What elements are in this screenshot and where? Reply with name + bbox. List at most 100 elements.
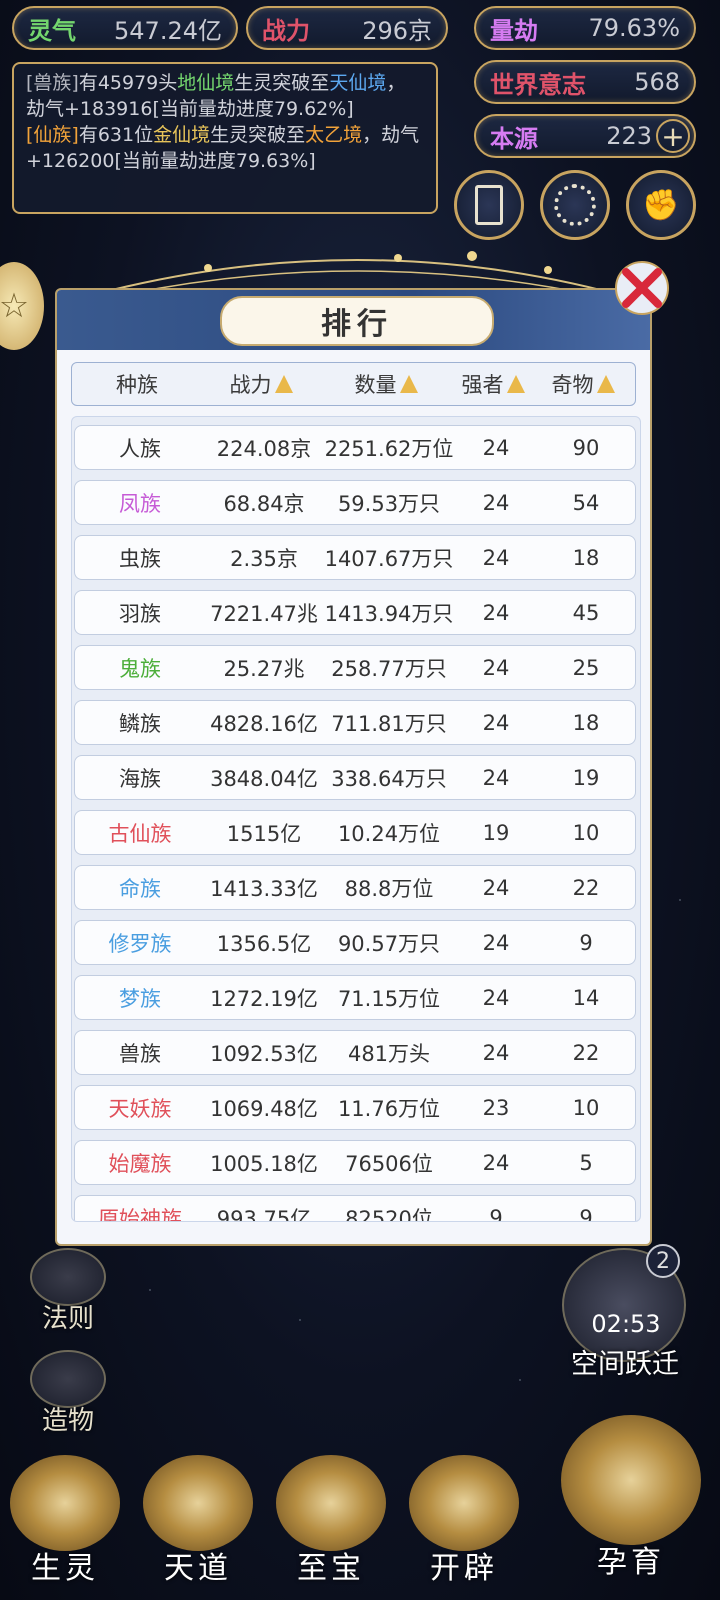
table-row[interactable]: 羽族 7221.47兆 1413.94万只 24 45 [74, 590, 636, 635]
table-row[interactable]: 古仙族 1515亿 10.24万位 19 10 [74, 810, 636, 855]
ranking-modal: 排行 种族 战力 数量 强者 奇物 人族 224.08京 2251.62万位 24 90… [55, 288, 652, 1246]
power-cell: 7221.47兆 [210, 601, 318, 626]
items-cell: 10 [572, 820, 600, 845]
sort-arrow-icon [506, 375, 525, 393]
table-row[interactable]: 梦族 1272.19亿 71.15万位 24 14 [74, 975, 636, 1020]
items-cell: 90 [572, 435, 600, 460]
stat-combat-power: 战力 296京 [246, 6, 448, 50]
space-jump-label: 空间跃迁 [571, 1349, 679, 1380]
race-cell: 梦族 [119, 986, 161, 1011]
table-row[interactable]: 人族 224.08京 2251.62万位 24 90 [74, 425, 636, 470]
modal-header: 排行 [57, 290, 650, 350]
strong-cell: 9 [489, 1205, 503, 1222]
strong-cell: 24 [482, 435, 510, 460]
col-items[interactable]: 奇物 [534, 369, 632, 399]
strong-cell: 19 [482, 820, 510, 845]
nav-treasure[interactable]: 至宝 [271, 1455, 391, 1600]
power-cell: 3848.04亿 [210, 766, 318, 791]
stat-origin[interactable]: 本源 223 + [474, 114, 696, 158]
race-cell: 始魔族 [108, 1151, 172, 1176]
power-cell: 1272.19亿 [210, 986, 318, 1011]
items-cell: 14 [572, 985, 600, 1010]
race-cell: 命族 [119, 876, 161, 901]
fist-button[interactable]: ✊ [626, 170, 696, 240]
nav-nurture[interactable]: 孕育 [556, 1415, 706, 1600]
power-cell: 25.27兆 [223, 656, 305, 681]
strong-cell: 24 [482, 875, 510, 900]
power-cell: 2.35京 [230, 546, 298, 571]
col-race: 种族 [116, 373, 158, 397]
modal-title: 排行 [220, 296, 494, 346]
table-row[interactable]: 天妖族 1069.48亿 11.76万位 23 10 [74, 1085, 636, 1130]
count-cell: 338.64万只 [331, 766, 447, 791]
nav-heavenly-dao[interactable]: 天道 [138, 1455, 258, 1600]
strong-cell: 24 [482, 985, 510, 1010]
col-strong[interactable]: 强者 [452, 369, 534, 399]
power-cell: 1515亿 [226, 821, 302, 846]
card-icon [475, 185, 503, 225]
items-cell: 18 [572, 710, 600, 735]
sort-arrow-icon [399, 375, 418, 393]
race-cell: 兽族 [119, 1041, 161, 1066]
creation-button[interactable]: 造物 [28, 1350, 108, 1437]
fist-icon: ✊ [642, 187, 680, 223]
genesis-icon [409, 1455, 519, 1551]
count-cell: 1413.94万只 [324, 601, 454, 626]
table-row[interactable]: 命族 1413.33亿 88.8万位 24 22 [74, 865, 636, 910]
notification-badge: 2 [646, 1244, 680, 1278]
race-cell: 天妖族 [108, 1096, 172, 1121]
items-cell: 54 [572, 490, 600, 515]
table-row[interactable]: 原始神族 993.75亿 82520位 9 9 [74, 1195, 636, 1222]
count-cell: 481万头 [347, 1041, 431, 1066]
table-row[interactable]: 修罗族 1356.5亿 90.57万只 24 9 [74, 920, 636, 965]
col-count[interactable]: 数量 [320, 369, 452, 399]
strong-cell: 24 [482, 600, 510, 625]
vortex-button[interactable] [540, 170, 610, 240]
power-cell: 1413.33亿 [210, 876, 318, 901]
space-jump-button[interactable]: 2 02:53 空间跃迁 [556, 1244, 696, 1404]
count-cell: 711.81万只 [331, 711, 447, 736]
plus-icon[interactable]: + [656, 119, 690, 153]
table-row[interactable]: 海族 3848.04亿 338.64万只 24 19 [74, 755, 636, 800]
count-cell: 2251.62万位 [324, 436, 454, 461]
stat-world-will[interactable]: 世界意志 568 [474, 60, 696, 104]
nav-living-beings[interactable]: 生灵 [5, 1455, 125, 1600]
race-cell: 羽族 [119, 601, 161, 626]
count-cell: 59.53万只 [337, 491, 441, 516]
law-button[interactable]: 法则 [28, 1248, 108, 1335]
strong-cell: 24 [482, 490, 510, 515]
race-cell: 鳞族 [119, 711, 161, 736]
table-row[interactable]: 鬼族 25.27兆 258.77万只 24 25 [74, 645, 636, 690]
race-cell: 鬼族 [119, 656, 161, 681]
items-cell: 9 [579, 1205, 593, 1222]
strong-cell: 24 [482, 765, 510, 790]
power-cell: 4828.16亿 [210, 711, 318, 736]
count-cell: 82520位 [345, 1206, 433, 1222]
strong-cell: 24 [482, 1150, 510, 1175]
space-jump-timer: 02:53 [591, 1310, 661, 1338]
nav-genesis[interactable]: 开辟 [404, 1455, 524, 1600]
race-cell: 凤族 [119, 491, 161, 516]
log-entry: [兽族]有45979头地仙境生灵突破至天仙境，劫气+183916[当前量劫进度7… [26, 72, 406, 120]
close-icon[interactable] [612, 258, 672, 318]
count-cell: 76506位 [345, 1151, 433, 1176]
items-cell: 25 [572, 655, 600, 680]
card-button[interactable] [454, 170, 524, 240]
sort-arrow-icon [274, 375, 293, 393]
table-row[interactable]: 虫族 2.35京 1407.67万只 24 18 [74, 535, 636, 580]
log-entry: [仙族]有631位金仙境生灵突破至太乙境，劫气+126200[当前量劫进度79.… [26, 124, 420, 172]
table-row[interactable]: 始魔族 1005.18亿 76506位 24 5 [74, 1140, 636, 1185]
strong-cell: 24 [482, 930, 510, 955]
stat-calamity[interactable]: 量劫 79.63% [474, 6, 696, 50]
count-cell: 71.15万位 [337, 986, 441, 1011]
count-cell: 11.76万位 [337, 1096, 441, 1121]
col-power[interactable]: 战力 [202, 369, 320, 399]
strong-cell: 24 [482, 545, 510, 570]
ranking-list[interactable]: 人族 224.08京 2251.62万位 24 90 凤族 68.84京 59.53万只 24 5… [71, 416, 641, 1222]
table-row[interactable]: 兽族 1092.53亿 481万头 24 22 [74, 1030, 636, 1075]
strong-cell: 24 [482, 655, 510, 680]
strong-cell: 24 [482, 1040, 510, 1065]
table-row[interactable]: 凤族 68.84京 59.53万只 24 54 [74, 480, 636, 525]
table-row[interactable]: 鳞族 4828.16亿 711.81万只 24 18 [74, 700, 636, 745]
count-cell: 10.24万位 [337, 821, 441, 846]
